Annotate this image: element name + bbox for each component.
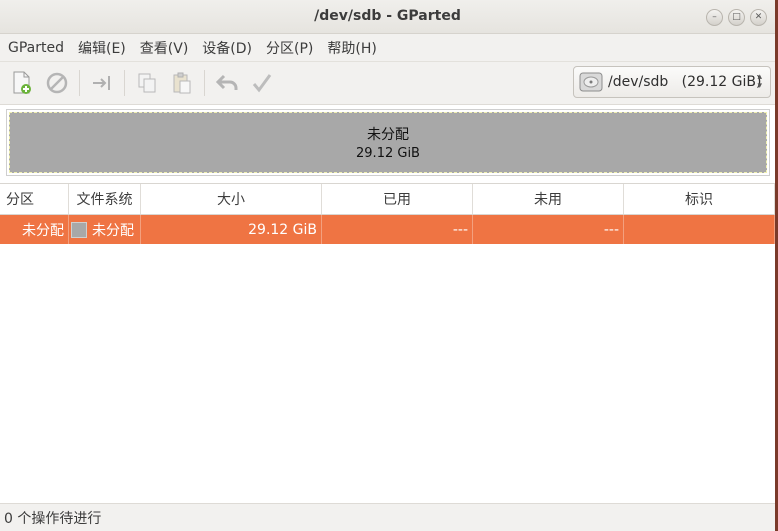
column-header-filesystem[interactable]: 文件系统 bbox=[69, 184, 141, 214]
copy-button[interactable] bbox=[133, 69, 161, 97]
column-header-partition[interactable]: 分区 bbox=[0, 184, 69, 214]
hard-disk-icon bbox=[579, 72, 603, 92]
toolbar: /dev/sdb (29.12 GiB) ▴ ▾ bbox=[0, 62, 775, 105]
cell-flags bbox=[624, 215, 775, 244]
toolbar-separator bbox=[124, 70, 125, 96]
apply-button[interactable] bbox=[248, 69, 276, 97]
unallocated-block[interactable]: 未分配 29.12 GiB bbox=[9, 112, 767, 173]
device-selector[interactable]: /dev/sdb (29.12 GiB) ▴ ▾ bbox=[573, 66, 771, 98]
delete-partition-button[interactable] bbox=[43, 69, 71, 97]
disk-map-partition-name: 未分配 bbox=[367, 127, 409, 143]
menu-help[interactable]: 帮助(H) bbox=[327, 38, 376, 58]
maximize-button[interactable]: □ bbox=[728, 9, 745, 26]
cell-size: 29.12 GiB bbox=[141, 215, 322, 244]
window-title: /dev/sdb - GParted bbox=[314, 8, 461, 24]
cell-filesystem-label: 未分配 bbox=[92, 222, 134, 239]
cell-partition: 未分配 bbox=[0, 215, 69, 244]
toolbar-separator bbox=[79, 70, 80, 96]
paste-icon bbox=[173, 72, 191, 94]
menu-gparted[interactable]: GParted bbox=[8, 40, 64, 56]
pending-operations-text: 0 个操作待进行 bbox=[4, 510, 102, 527]
disk-map[interactable]: 未分配 29.12 GiB bbox=[6, 109, 770, 176]
cell-filesystem: 未分配 bbox=[69, 215, 141, 244]
column-header-flags[interactable]: 标识 bbox=[624, 184, 775, 214]
gparted-window: /dev/sdb - GParted – □ ✕ GParted 编辑(E) 查… bbox=[0, 0, 775, 531]
status-bar: 0 个操作待进行 bbox=[0, 503, 775, 531]
minimize-button[interactable]: – bbox=[706, 9, 723, 26]
resize-move-button[interactable] bbox=[88, 69, 116, 97]
column-header-size[interactable]: 大小 bbox=[141, 184, 322, 214]
table-header: 分区 文件系统 大小 已用 未用 标识 bbox=[0, 183, 775, 215]
title-bar: /dev/sdb - GParted – □ ✕ bbox=[0, 0, 775, 34]
new-partition-button[interactable] bbox=[8, 69, 36, 97]
arrow-right-bar-icon bbox=[93, 76, 110, 90]
partition-table: 分区 文件系统 大小 已用 未用 标识 未分配 未分配 29.12 GiB --… bbox=[0, 183, 775, 244]
menu-edit[interactable]: 编辑(E) bbox=[78, 38, 126, 58]
chevron-updown-icon: ▴ ▾ bbox=[757, 72, 762, 91]
table-row[interactable]: 未分配 未分配 29.12 GiB --- --- bbox=[0, 215, 775, 244]
close-button[interactable]: ✕ bbox=[750, 9, 767, 26]
menu-partition[interactable]: 分区(P) bbox=[266, 38, 313, 58]
filesystem-color-swatch bbox=[71, 221, 87, 238]
cell-used: --- bbox=[322, 215, 473, 244]
new-file-icon bbox=[13, 71, 31, 94]
undo-icon bbox=[215, 74, 238, 90]
no-entry-icon bbox=[46, 72, 68, 94]
menu-view[interactable]: 查看(V) bbox=[140, 38, 189, 58]
column-header-used[interactable]: 已用 bbox=[322, 184, 473, 214]
cell-unused: --- bbox=[473, 215, 624, 244]
checkmark-icon bbox=[252, 74, 272, 93]
disk-map-partition-size: 29.12 GiB bbox=[356, 146, 420, 161]
undo-button[interactable] bbox=[213, 69, 241, 97]
device-selector-label: /dev/sdb (29.12 GiB) bbox=[608, 74, 762, 90]
column-header-unused[interactable]: 未用 bbox=[473, 184, 624, 214]
paste-button[interactable] bbox=[168, 69, 196, 97]
copy-icon bbox=[138, 73, 156, 93]
menu-bar: GParted 编辑(E) 查看(V) 设备(D) 分区(P) 帮助(H) bbox=[0, 34, 775, 62]
menu-device[interactable]: 设备(D) bbox=[202, 38, 252, 58]
toolbar-separator bbox=[204, 70, 205, 96]
